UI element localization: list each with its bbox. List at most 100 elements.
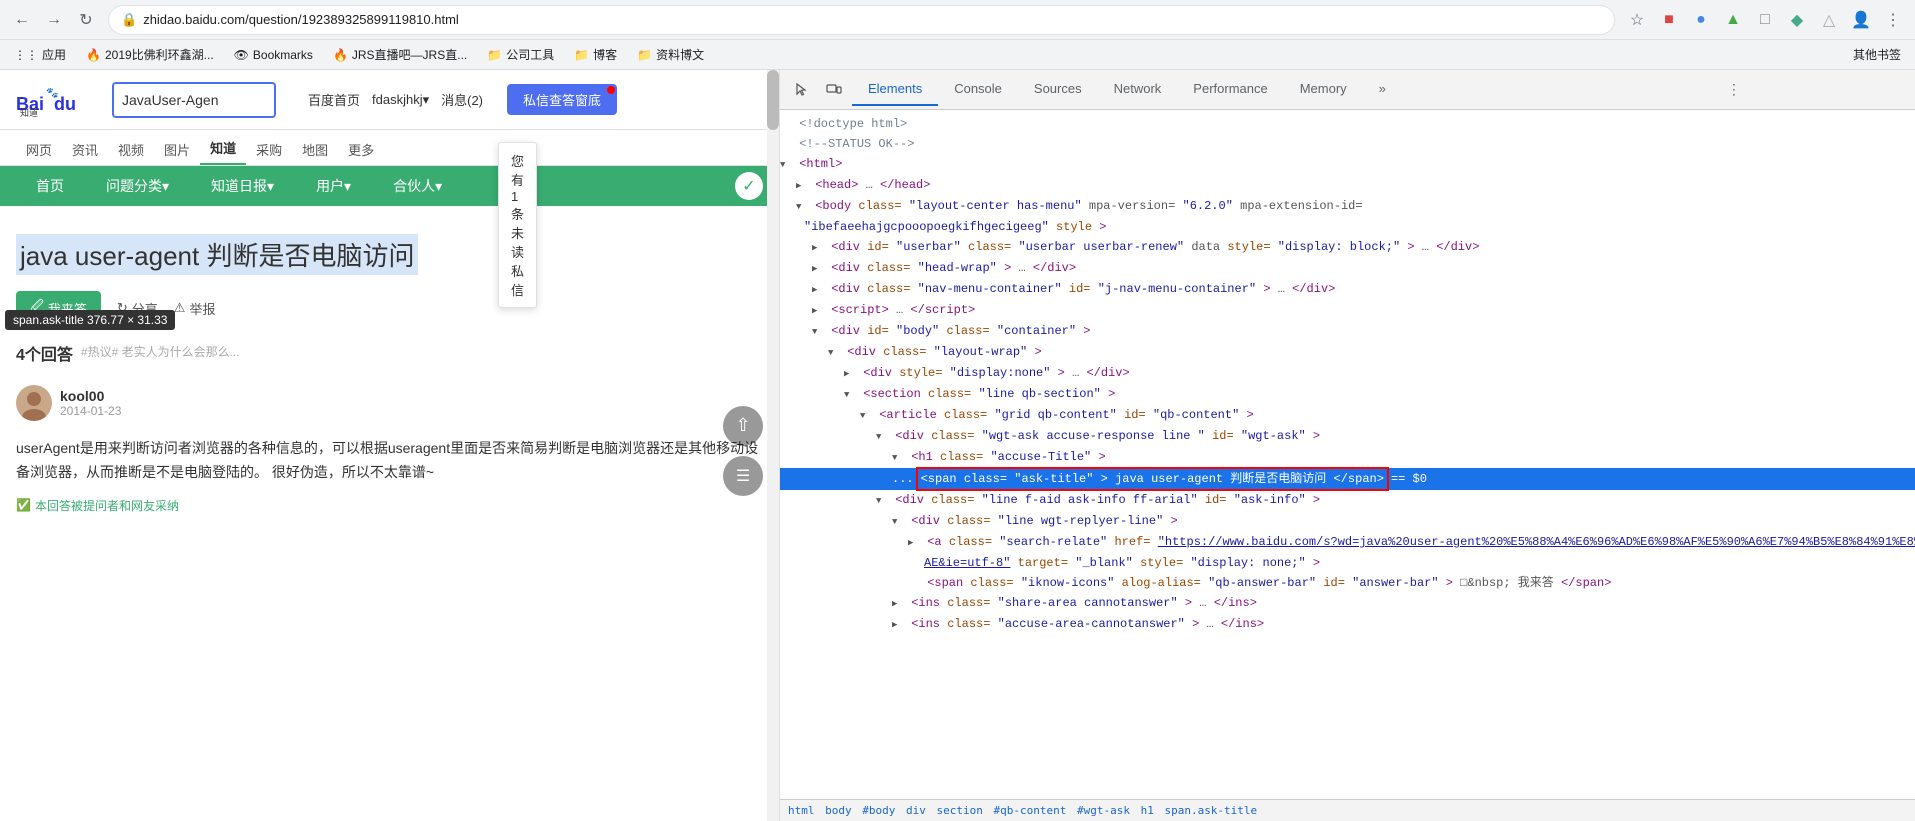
- askinfo-triangle[interactable]: [876, 491, 888, 510]
- extension-6[interactable]: △: [1815, 6, 1843, 34]
- device-toggle-button[interactable]: [820, 76, 848, 104]
- breadcrumb-div[interactable]: div: [906, 804, 926, 817]
- avatar-button[interactable]: 👤: [1847, 6, 1875, 34]
- body-div-triangle[interactable]: [812, 322, 824, 341]
- scroll-up-button[interactable]: ⇧: [723, 406, 763, 446]
- private-msg-button[interactable]: 私信查答窗底: [507, 84, 617, 115]
- search-relate-triangle[interactable]: [908, 533, 920, 552]
- report-button[interactable]: ⚠ 举报: [174, 299, 216, 318]
- nav-daily[interactable]: 知道日报▾: [191, 168, 294, 204]
- nav-partner[interactable]: 合伙人▾: [373, 168, 462, 204]
- breadcrumb-body[interactable]: body: [825, 804, 852, 817]
- star-button[interactable]: ☆: [1623, 6, 1651, 34]
- tab-sources[interactable]: Sources: [1018, 73, 1098, 106]
- body-open-line[interactable]: <body class= "layout-center has-menu" mp…: [780, 196, 1915, 217]
- iknow-span-line[interactable]: <span class= "iknow-icons" alog-alias= "…: [780, 573, 1915, 593]
- tab-console[interactable]: Console: [938, 73, 1018, 106]
- body-triangle[interactable]: [796, 197, 808, 216]
- tab-image[interactable]: 图片: [154, 134, 200, 165]
- breadcrumb-section[interactable]: section: [937, 804, 983, 817]
- search-relate-line[interactable]: <a class= "search-relate" href= "https:/…: [780, 532, 1915, 553]
- tab-more[interactable]: »: [1363, 73, 1402, 106]
- nav-message[interactable]: 消息(2): [441, 90, 483, 109]
- page-scroll-thumb[interactable]: [767, 70, 779, 130]
- bookmark-folder-3[interactable]: 📁 资料博文: [631, 44, 710, 65]
- devtools-settings-button[interactable]: ⋮: [1720, 76, 1748, 104]
- forward-button[interactable]: →: [40, 6, 68, 34]
- head-line[interactable]: <head> … </head>: [780, 175, 1915, 196]
- article-triangle[interactable]: [860, 406, 872, 425]
- navmenu-line[interactable]: <div class= "nav-menu-container" id= "j-…: [780, 279, 1915, 300]
- section-triangle[interactable]: [844, 385, 856, 404]
- script-triangle[interactable]: [812, 301, 824, 320]
- breadcrumb-html[interactable]: html: [788, 804, 815, 817]
- h1-line[interactable]: <h1 class= "accuse-Title" >: [780, 447, 1915, 468]
- address-bar[interactable]: 🔒 zhidao.baidu.com/question/192389325899…: [108, 5, 1615, 35]
- breadcrumb-h1[interactable]: h1: [1141, 804, 1154, 817]
- tab-memory[interactable]: Memory: [1284, 73, 1363, 106]
- tab-news[interactable]: 资讯: [62, 134, 108, 165]
- span-selected-line[interactable]: ... <span class= "ask-title" > java user…: [780, 468, 1915, 490]
- userbar-line[interactable]: <div id= "userbar" class= "userbar userb…: [780, 237, 1915, 258]
- section-line[interactable]: <section class= "line qb-section" >: [780, 384, 1915, 405]
- breadcrumb-body-id[interactable]: #body: [862, 804, 895, 817]
- userbar-triangle[interactable]: [812, 238, 824, 257]
- tab-performance[interactable]: Performance: [1177, 73, 1283, 106]
- other-bookmarks[interactable]: 其他书签: [1847, 44, 1907, 65]
- tab-purchase[interactable]: 采购: [246, 134, 292, 165]
- reload-button[interactable]: ↻: [72, 6, 100, 34]
- share-area-line[interactable]: <ins class= "share-area cannotanswer" > …: [780, 593, 1915, 614]
- extension-2[interactable]: ●: [1687, 6, 1715, 34]
- bookmark-2[interactable]: 👁 Bookmarks: [228, 46, 319, 64]
- share-area-triangle[interactable]: [892, 594, 904, 613]
- extension-5[interactable]: ◆: [1783, 6, 1811, 34]
- headwrap-line[interactable]: <div class= "head-wrap" > … </div>: [780, 258, 1915, 279]
- tab-video[interactable]: 视频: [108, 134, 154, 165]
- replyer-line[interactable]: <div class= "line wgt-replyer-line" >: [780, 511, 1915, 532]
- h1-triangle[interactable]: [892, 448, 904, 467]
- nav-home[interactable]: 首页: [16, 168, 84, 204]
- breadcrumb-qb-content[interactable]: #qb-content: [993, 804, 1066, 817]
- accuse-area-line[interactable]: <ins class= "accuse-area-cannotanswer" >…: [780, 614, 1915, 635]
- display-none-triangle[interactable]: [844, 364, 856, 383]
- extension-4[interactable]: □: [1751, 6, 1779, 34]
- menu-button[interactable]: ⋮: [1879, 6, 1907, 34]
- wgtask-triangle[interactable]: [876, 427, 888, 446]
- breadcrumb-wgt-ask[interactable]: #wgt-ask: [1077, 804, 1130, 817]
- script-line[interactable]: <script> … </script>: [780, 300, 1915, 321]
- article-line[interactable]: <article class= "grid qb-content" id= "q…: [780, 405, 1915, 426]
- tab-map[interactable]: 地图: [292, 134, 338, 165]
- bookmark-apps[interactable]: ⋮⋮ 应用: [8, 44, 72, 65]
- list-button[interactable]: ☰: [723, 456, 763, 496]
- tab-more[interactable]: 更多: [338, 134, 384, 165]
- extension-1[interactable]: ■: [1655, 6, 1683, 34]
- breadcrumb-span-title[interactable]: span.ask-title: [1164, 804, 1257, 817]
- html-triangle[interactable]: [780, 155, 792, 174]
- nav-user[interactable]: fdaskjhkj▾: [372, 92, 429, 108]
- navmenu-triangle[interactable]: [812, 280, 824, 299]
- tab-webpage[interactable]: 网页: [16, 134, 62, 165]
- bookmark-1[interactable]: 🔥 2019比佛利环鑫湖...: [80, 44, 220, 65]
- search-input[interactable]: [114, 88, 274, 112]
- layout-wrap-triangle[interactable]: [828, 343, 840, 362]
- replyer-triangle[interactable]: [892, 512, 904, 531]
- nav-category[interactable]: 问题分类▾: [86, 168, 189, 204]
- html-open-line[interactable]: <html>: [780, 154, 1915, 175]
- tab-zhidao[interactable]: 知道: [200, 132, 246, 165]
- tab-elements[interactable]: Elements: [852, 73, 938, 106]
- bookmark-3[interactable]: 🔥 JRS直播吧—JRS直...: [327, 44, 473, 65]
- head-triangle[interactable]: [796, 176, 808, 195]
- wgtask-line[interactable]: <div class= "wgt-ask accuse-response lin…: [780, 426, 1915, 447]
- nav-homepage[interactable]: 百度首页: [308, 90, 360, 109]
- back-button[interactable]: ←: [8, 6, 36, 34]
- headwrap-triangle[interactable]: [812, 259, 824, 278]
- body-div-line[interactable]: <div id= "body" class= "container" >: [780, 321, 1915, 342]
- bookmark-folder-1[interactable]: 📁 公司工具: [481, 44, 560, 65]
- tab-network[interactable]: Network: [1098, 73, 1178, 106]
- accuse-area-triangle[interactable]: [892, 615, 904, 634]
- inspect-element-button[interactable]: [788, 76, 816, 104]
- askinfo-line[interactable]: <div class= "line f-aid ask-info ff-aria…: [780, 490, 1915, 511]
- nav-user[interactable]: 用户▾: [296, 168, 371, 204]
- page-scrollbar[interactable]: [767, 70, 779, 821]
- layout-wrap-line[interactable]: <div class= "layout-wrap" >: [780, 342, 1915, 363]
